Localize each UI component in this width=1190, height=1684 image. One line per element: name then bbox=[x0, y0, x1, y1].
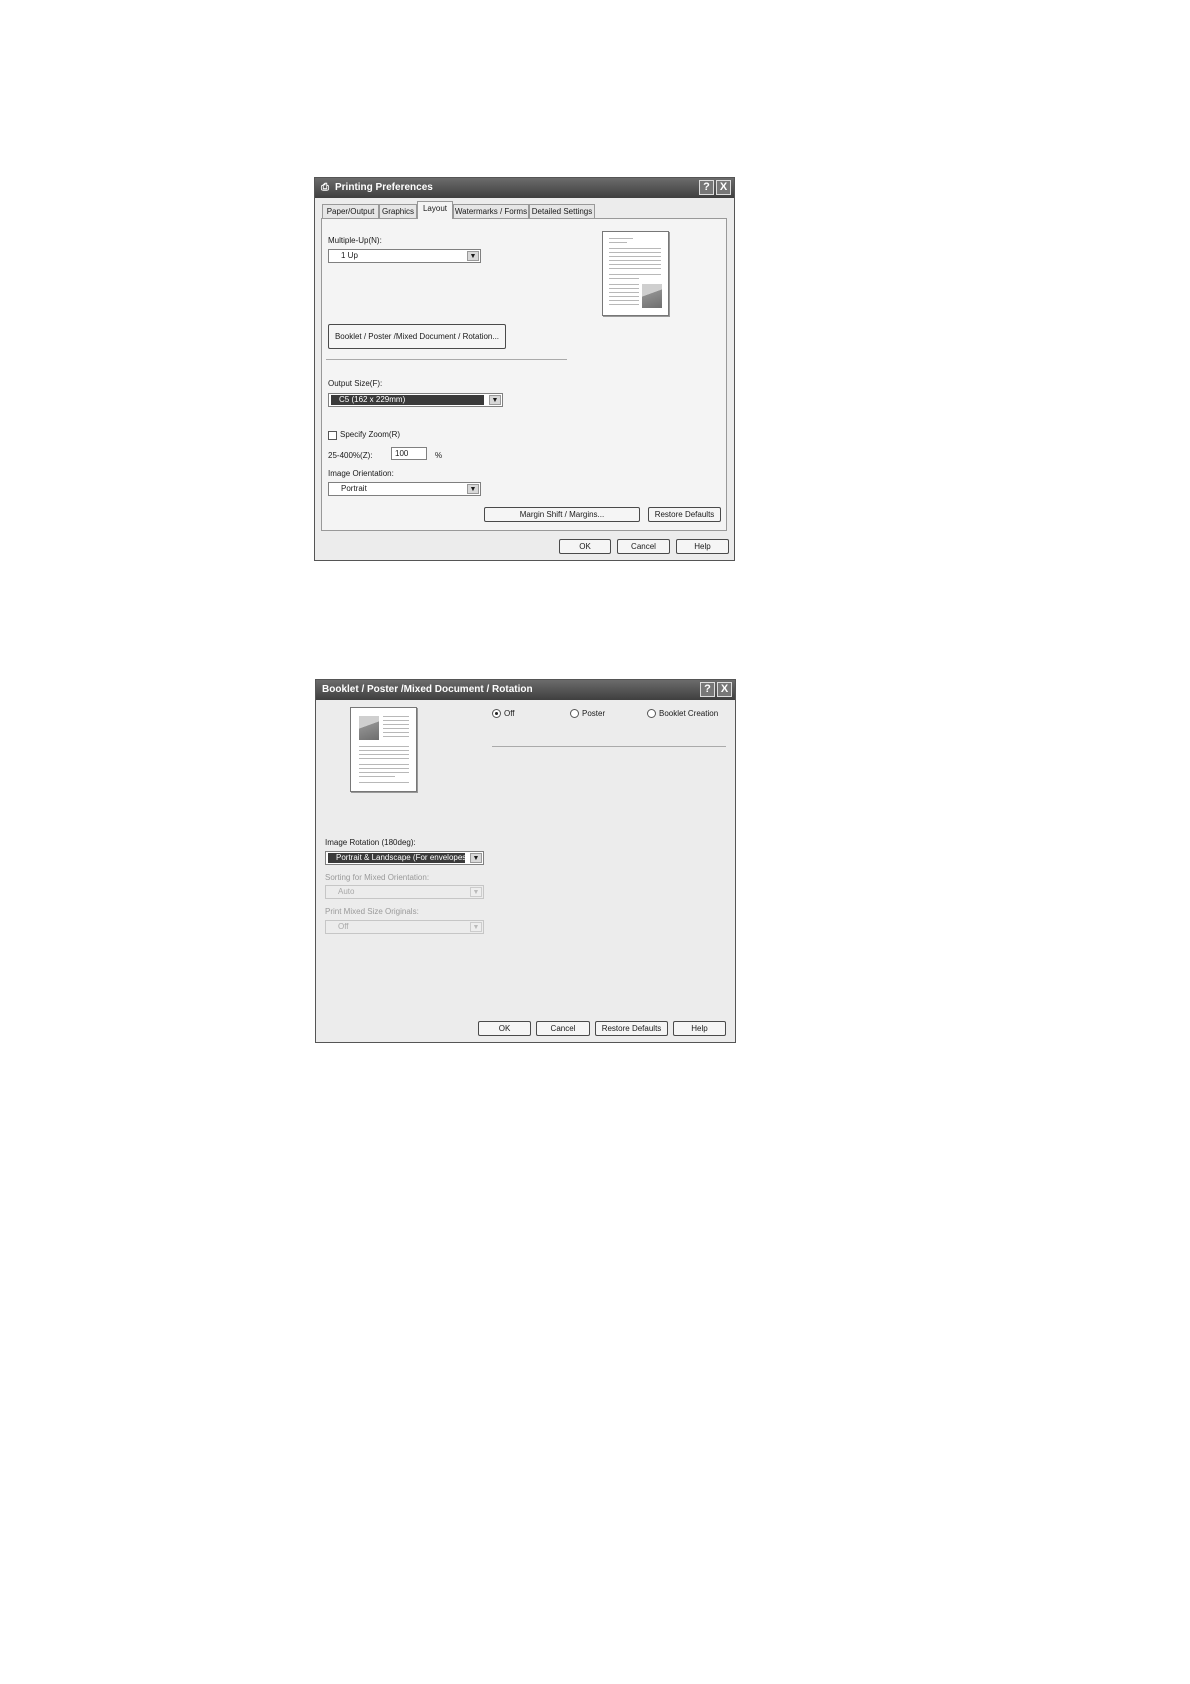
radio-booklet-creation-label: Booklet Creation bbox=[659, 709, 719, 718]
help-button[interactable]: Help bbox=[673, 1021, 726, 1036]
dialog-title: Printing Preferences bbox=[335, 182, 433, 193]
chevron-down-icon[interactable]: ▼ bbox=[467, 484, 479, 494]
print-mixed-select: Off ▼ bbox=[325, 920, 484, 934]
specify-zoom-label: Specify Zoom(R) bbox=[340, 430, 401, 439]
tab-graphics[interactable]: Graphics bbox=[379, 204, 417, 218]
cancel-button[interactable]: Cancel bbox=[617, 539, 670, 554]
chevron-down-icon[interactable]: ▼ bbox=[470, 853, 482, 863]
image-rotation-value: Portrait & Landscape (For envelopes) bbox=[328, 853, 465, 863]
help-button[interactable]: Help bbox=[676, 539, 729, 554]
ok-button[interactable]: OK bbox=[559, 539, 611, 554]
layout-panel: Multiple-Up(N): 1 Up ▼ Booklet / Poster … bbox=[321, 218, 727, 531]
tab-watermarks-forms[interactable]: Watermarks / Forms bbox=[453, 204, 529, 218]
chevron-down-icon: ▼ bbox=[470, 922, 482, 932]
picture-thumbnail bbox=[359, 716, 379, 740]
output-size-value: C5 (162 x 229mm) bbox=[331, 395, 484, 405]
restore-defaults-button[interactable]: Restore Defaults bbox=[595, 1021, 668, 1036]
ok-button[interactable]: OK bbox=[478, 1021, 531, 1036]
separator bbox=[492, 746, 726, 747]
sorting-value: Auto bbox=[338, 887, 355, 896]
multiple-up-label: Multiple-Up(N): bbox=[328, 236, 382, 245]
tab-paper-output[interactable]: Paper/Output bbox=[322, 204, 379, 218]
cancel-button[interactable]: Cancel bbox=[536, 1021, 590, 1036]
multiple-up-value: 1 Up bbox=[341, 251, 358, 260]
printer-icon: ⎙ bbox=[321, 182, 329, 193]
tab-layout[interactable]: Layout bbox=[417, 201, 453, 219]
booklet-poster-dialog: Booklet / Poster /Mixed Document / Rotat… bbox=[315, 679, 736, 1043]
page-preview bbox=[602, 231, 669, 316]
print-mixed-label: Print Mixed Size Originals: bbox=[325, 907, 419, 916]
chevron-down-icon[interactable]: ▼ bbox=[489, 395, 501, 405]
print-mixed-value: Off bbox=[338, 922, 349, 931]
tab-detailed-settings[interactable]: Detailed Settings bbox=[529, 204, 595, 218]
specify-zoom-checkbox[interactable] bbox=[328, 431, 337, 440]
printing-preferences-dialog: ⎙ Printing Preferences ? X Paper/Output G… bbox=[314, 177, 735, 561]
dialog-title: Booklet / Poster /Mixed Document / Rotat… bbox=[322, 684, 533, 695]
help-icon[interactable]: ? bbox=[700, 682, 715, 697]
orientation-value: Portrait bbox=[341, 484, 367, 493]
orientation-select[interactable]: Portrait ▼ bbox=[328, 482, 481, 496]
radio-booklet-creation[interactable] bbox=[647, 709, 656, 718]
radio-off[interactable] bbox=[492, 709, 501, 718]
output-size-label: Output Size(F): bbox=[328, 379, 383, 388]
booklet-poster-button[interactable]: Booklet / Poster /Mixed Document / Rotat… bbox=[328, 324, 506, 349]
restore-defaults-button[interactable]: Restore Defaults bbox=[648, 507, 721, 522]
sorting-label: Sorting for Mixed Orientation: bbox=[325, 873, 430, 882]
help-icon[interactable]: ? bbox=[699, 180, 714, 195]
picture-thumbnail bbox=[642, 284, 662, 308]
image-rotation-select[interactable]: Portrait & Landscape (For envelopes) ▼ bbox=[325, 851, 484, 865]
close-icon[interactable]: X bbox=[716, 180, 731, 195]
image-rotation-label: Image Rotation (180deg): bbox=[325, 838, 416, 847]
zoom-unit: % bbox=[435, 451, 443, 460]
chevron-down-icon[interactable]: ▼ bbox=[467, 251, 479, 261]
margin-shift-button[interactable]: Margin Shift / Margins... bbox=[484, 507, 640, 522]
close-icon[interactable]: X bbox=[717, 682, 732, 697]
radio-poster[interactable] bbox=[570, 709, 579, 718]
radio-poster-label: Poster bbox=[582, 709, 606, 718]
sorting-select: Auto ▼ bbox=[325, 885, 484, 899]
multiple-up-select[interactable]: 1 Up ▼ bbox=[328, 249, 481, 263]
output-size-select[interactable]: C5 (162 x 229mm) ▼ bbox=[328, 393, 503, 407]
separator bbox=[326, 359, 567, 360]
title-bar: ⎙ Printing Preferences ? X bbox=[315, 178, 734, 198]
chevron-down-icon: ▼ bbox=[470, 887, 482, 897]
zoom-range-label: 25-400%(Z): bbox=[328, 451, 373, 460]
page-preview bbox=[350, 707, 417, 792]
zoom-input[interactable]: 100 bbox=[391, 447, 427, 460]
title-bar: Booklet / Poster /Mixed Document / Rotat… bbox=[316, 680, 735, 700]
radio-off-label: Off bbox=[504, 709, 515, 718]
orientation-label: Image Orientation: bbox=[328, 469, 394, 478]
